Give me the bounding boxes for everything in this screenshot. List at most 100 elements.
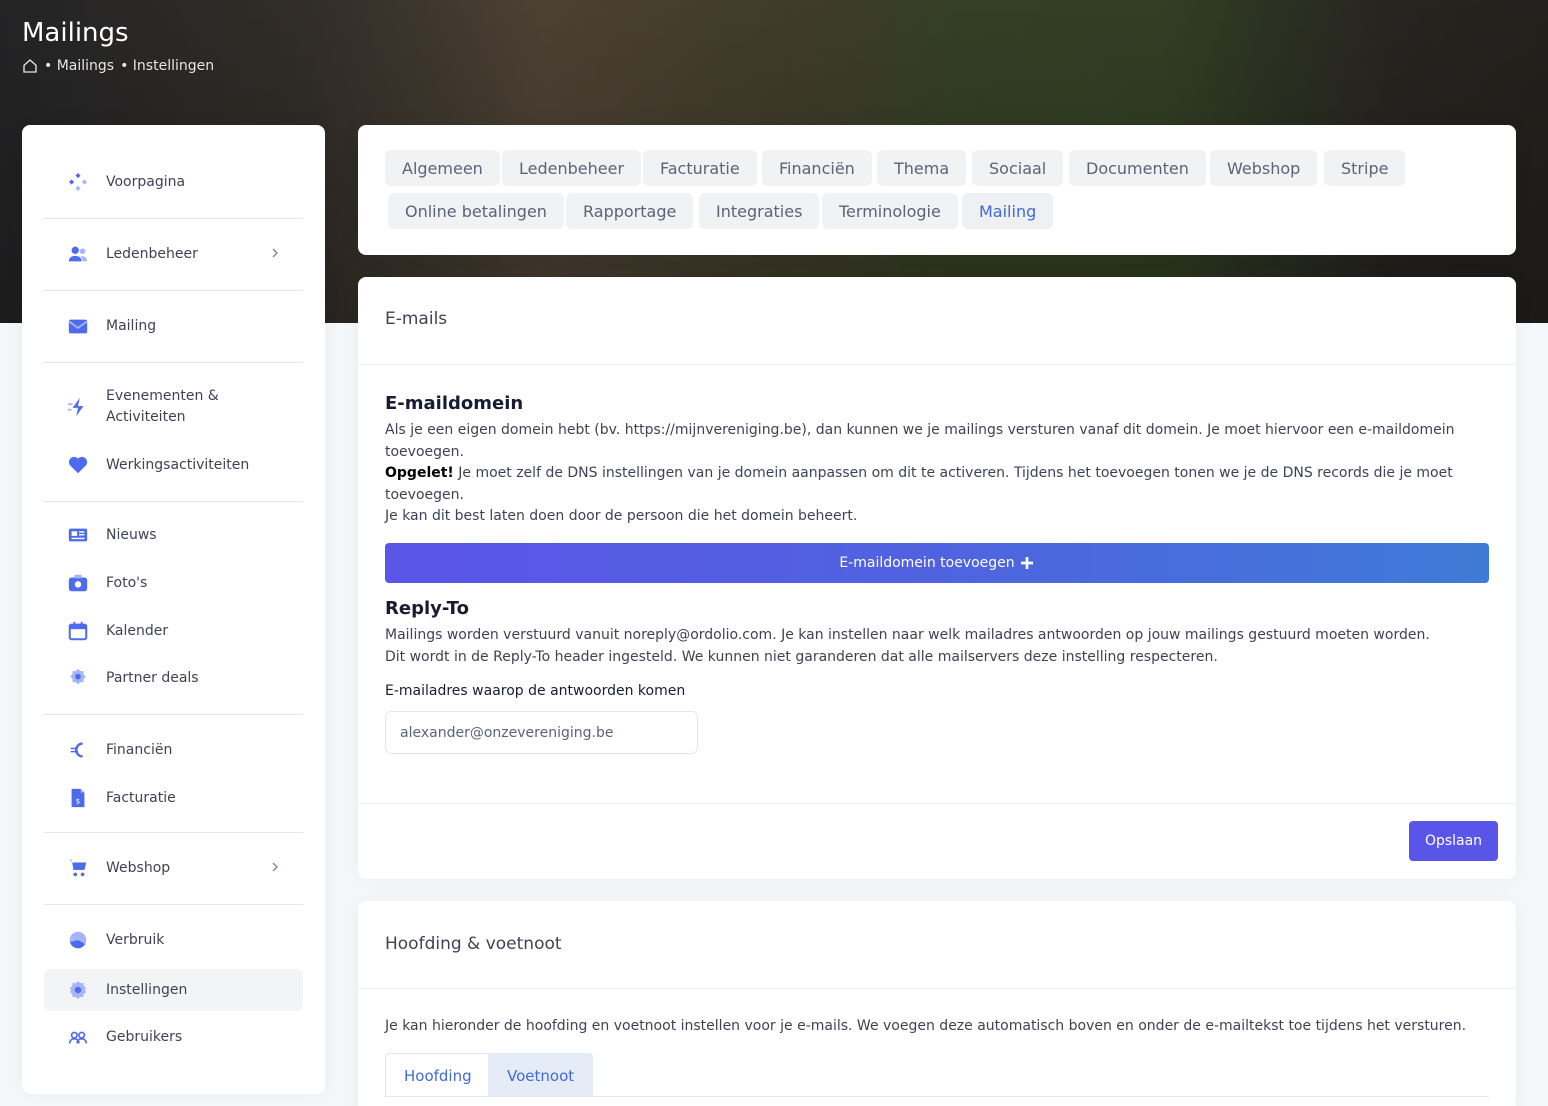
sidebar-item-webshop[interactable]: Webshop <box>44 847 303 889</box>
chevron-right-icon[interactable] <box>267 859 283 875</box>
reply-to-note: Dit wordt in de Reply-To header ingestel… <box>385 649 1218 665</box>
sidebar-item-verbruik[interactable]: Verbruik <box>44 919 303 961</box>
chevron-right-icon[interactable] <box>267 245 283 261</box>
sidebar-item-instellingen[interactable]: Instellingen <box>44 969 303 1011</box>
sidebar-item-label: Verbruik <box>106 931 165 948</box>
sidebar-item-werkingsactiviteiten[interactable]: Werkingsactiviteiten <box>44 444 303 486</box>
reply-to-field-label: E-mailadres waarop de antwoorden komen <box>385 683 686 699</box>
card-separator <box>358 803 1516 804</box>
sidebar-item-label: Gebruikers <box>106 1028 183 1045</box>
sidebar-item-evenementen[interactable]: Evenementen & Activiteiten <box>44 385 303 429</box>
gear-icon <box>66 978 90 1002</box>
users-icon <box>66 242 90 266</box>
cart-icon <box>66 856 90 880</box>
camera-icon <box>66 571 90 595</box>
sidebar-item-label: Mailing <box>106 317 157 334</box>
tab-financien[interactable]: Financiën <box>762 150 872 186</box>
sidebar-item-label: Voorpagina <box>106 173 186 190</box>
domain-heading: E-maildomein <box>385 393 524 414</box>
sidebar-divider <box>44 904 303 905</box>
page-title: Mailings <box>22 18 129 48</box>
tab-stripe[interactable]: Stripe <box>1324 150 1406 186</box>
tab-rapportage[interactable]: Rapportage <box>566 193 694 229</box>
sidebar-item-label: Nieuws <box>106 526 157 543</box>
sidebar-item-ledenbeheer[interactable]: Ledenbeheer <box>44 233 303 275</box>
sidebar-divider <box>44 501 303 502</box>
heart-icon <box>66 453 90 477</box>
sidebar-item-label: Webshop <box>106 859 171 876</box>
sidebar-item-label: Facturatie <box>106 789 176 806</box>
tab-documenten[interactable]: Documenten <box>1069 150 1206 186</box>
sidebar-item-label: Evenementen & Activiteiten <box>106 388 219 425</box>
mail-icon <box>66 314 90 338</box>
tab-sociaal[interactable]: Sociaal <box>972 150 1064 186</box>
sidebar-item-label: Kalender <box>106 622 169 639</box>
sidebar-item-financien[interactable]: Financiën <box>44 729 303 771</box>
user-group-icon <box>66 1025 90 1049</box>
warning-label: Opgelet! <box>385 465 454 481</box>
tab-mailing[interactable]: Mailing <box>962 193 1054 229</box>
breadcrumb-instellingen: • Instellingen <box>120 58 215 74</box>
header-footer-card-title: Hoofding & voetnoot <box>385 934 562 954</box>
badge-icon <box>66 666 90 690</box>
sidebar-item-gebruikers[interactable]: Gebruikers <box>44 1016 303 1058</box>
sidebar-item-label: Financiën <box>106 741 173 758</box>
tab-terminologie[interactable]: Terminologie <box>822 193 958 229</box>
home-icon[interactable] <box>22 58 38 74</box>
sidebar-item-label: Instellingen <box>106 981 188 998</box>
tab-ledenbeheer[interactable]: Ledenbeheer <box>502 150 642 186</box>
sidebar-item-voorpagina[interactable]: Voorpagina <box>44 161 303 203</box>
plus-icon <box>1020 557 1033 569</box>
invoice-icon: $ <box>66 786 90 810</box>
sidebar-item-label: Ledenbeheer <box>106 245 198 262</box>
reply-to-description: Mailings worden verstuurd vanuit noreply… <box>385 627 1430 643</box>
emails-card: E-mails E-maildomein Als je een eigen do… <box>358 277 1516 879</box>
reply-to-heading: Reply-To <box>385 598 469 619</box>
euro-icon <box>66 738 90 762</box>
sidebar-item-nieuws[interactable]: Nieuws <box>44 514 303 556</box>
sidebar-divider <box>44 218 303 219</box>
tab-thema[interactable]: Thema <box>877 150 967 186</box>
sidebar-item-label: Partner deals <box>106 669 199 686</box>
svg-text:$: $ <box>76 797 81 806</box>
save-button[interactable]: Opslaan <box>1409 821 1498 861</box>
tab-hoofding[interactable]: Hoofding <box>385 1053 491 1097</box>
domain-description: Als je een eigen domein hebt (bv. https:… <box>385 422 1455 460</box>
tab-integraties[interactable]: Integraties <box>699 193 820 229</box>
header-footer-card: Hoofding & voetnoot Je kan hieronder de … <box>358 901 1516 1106</box>
calendar-icon <box>66 619 90 643</box>
breadcrumb-mailings[interactable]: • Mailings <box>44 58 114 74</box>
tab-webshop[interactable]: Webshop <box>1210 150 1318 186</box>
add-email-domain-button[interactable]: E-maildomein toevoegen <box>385 543 1489 583</box>
sidebar: Voorpagina Ledenbeheer Mailing Evenement… <box>22 125 325 1094</box>
card-separator <box>358 988 1516 989</box>
sidebar-divider <box>44 290 303 291</box>
tab-facturatie[interactable]: Facturatie <box>643 150 757 186</box>
lightning-icon <box>66 395 90 419</box>
sidebar-divider <box>44 832 303 833</box>
domain-warning: Opgelet! Je moet zelf de DNS instellinge… <box>385 463 1485 506</box>
sidebar-item-mailing[interactable]: Mailing <box>44 305 303 347</box>
reply-to-email-input[interactable]: alexander@onzevereniging.be <box>385 711 698 754</box>
tab-algemeen[interactable]: Algemeen <box>385 150 500 186</box>
sidebar-item-partner-deals[interactable]: Partner deals <box>44 657 303 699</box>
pie-chart-icon <box>66 928 90 952</box>
tab-voetnoot[interactable]: Voetnoot <box>488 1053 594 1097</box>
domain-advice: Je kan dit best laten doen door de perso… <box>385 508 858 524</box>
add-email-domain-label: E-maildomein toevoegen <box>839 555 1015 571</box>
header-footer-description: Je kan hieronder de hoofding en voetnoot… <box>385 1018 1467 1034</box>
sidebar-divider <box>44 714 303 715</box>
sidebar-item-kalender[interactable]: Kalender <box>44 610 303 652</box>
newspaper-icon <box>66 523 90 547</box>
sidebar-item-label: Foto's <box>106 574 148 591</box>
breadcrumb: • Mailings • Instellingen <box>22 58 214 74</box>
tab-underline <box>385 1096 1489 1097</box>
warning-text: Je moet zelf de DNS instellingen van je … <box>385 465 1453 503</box>
settings-tabs-card: Algemeen Ledenbeheer Facturatie Financië… <box>358 125 1516 255</box>
emails-card-title: E-mails <box>385 309 448 329</box>
card-separator <box>358 364 1516 365</box>
sidebar-divider <box>44 362 303 363</box>
sidebar-item-facturatie[interactable]: $ Facturatie <box>44 777 303 819</box>
sidebar-item-fotos[interactable]: Foto's <box>44 562 303 604</box>
tab-online-betalingen[interactable]: Online betalingen <box>388 193 564 229</box>
